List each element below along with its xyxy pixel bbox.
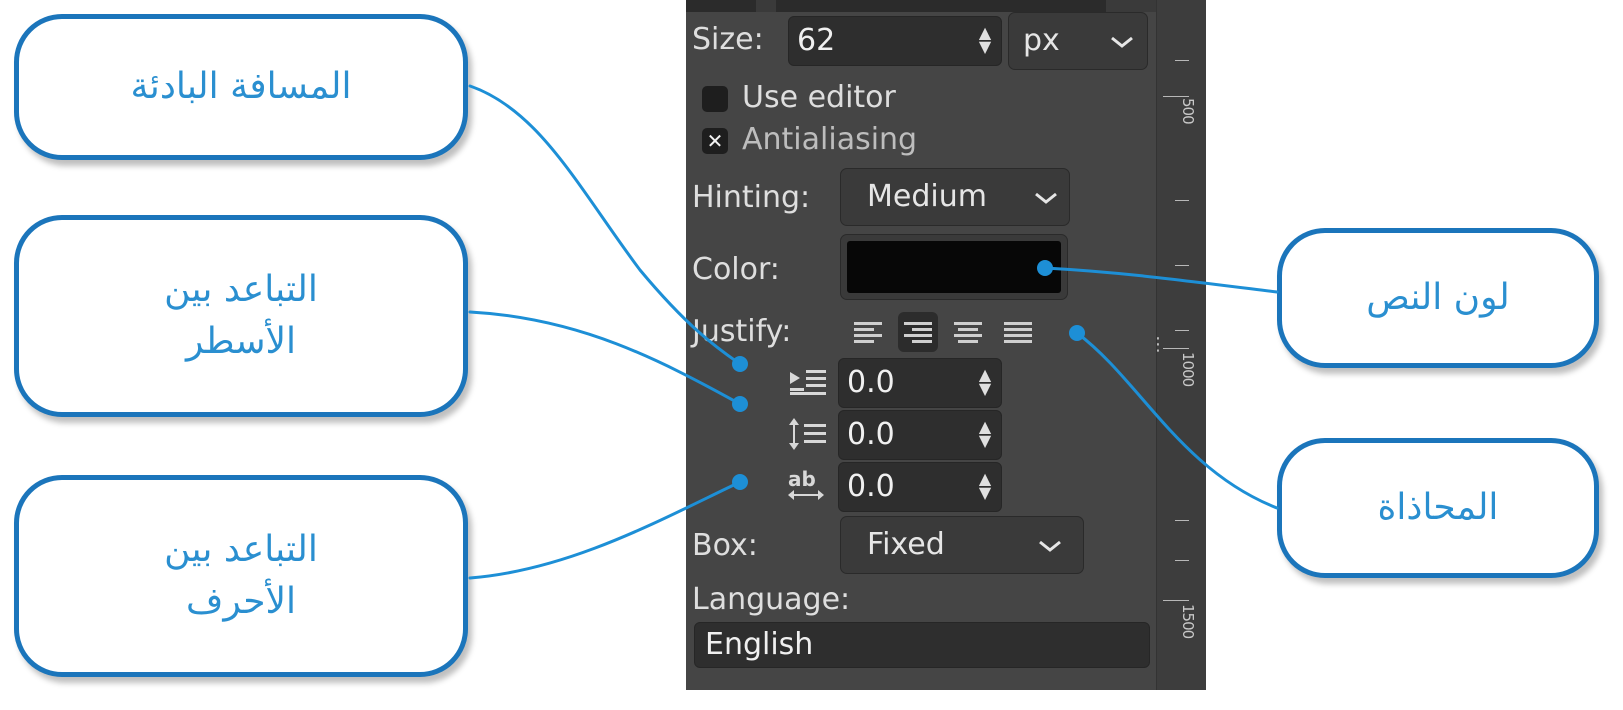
use-editor-label: Use editor: [742, 80, 896, 115]
callout-indent: المسافة البادئة: [14, 14, 468, 160]
ruler-label-500: 500: [1179, 98, 1197, 124]
antialiasing-checkbox[interactable]: ✕: [702, 128, 728, 154]
hinting-select[interactable]: Medium: [840, 168, 1070, 226]
callout-letter-spacing-line1: التباعد بين: [164, 528, 318, 570]
justify-center-button[interactable]: [948, 312, 988, 352]
language-value: English: [705, 627, 814, 662]
unit-value: px: [1023, 23, 1060, 58]
indent-spin-arrows[interactable]: ▲ ▼: [974, 367, 996, 397]
letter-spacing-icon: ab: [788, 467, 824, 500]
justify-left-icon: [854, 322, 882, 343]
ruler-label-1000: 1000: [1179, 352, 1197, 387]
ruler-label-1500: 1500: [1179, 604, 1197, 639]
justify-center-icon: [954, 322, 982, 343]
box-label: Box:: [692, 528, 758, 563]
hinting-label: Hinting:: [692, 180, 811, 215]
callout-text-color: لون النص: [1277, 228, 1599, 368]
svg-text:ab: ab: [788, 467, 816, 491]
language-label: Language:: [692, 582, 851, 617]
vertical-ruler: 500 1000 1500 ⋮: [1149, 0, 1206, 690]
callout-letter-spacing: التباعد بين الأحرف: [14, 475, 468, 677]
size-value: 62: [797, 23, 836, 58]
color-button[interactable]: [840, 234, 1068, 300]
callout-indent-text: المسافة البادئة: [130, 65, 352, 107]
chevron-down-icon: [1111, 36, 1133, 48]
checkbox-check-icon: ✕: [706, 129, 724, 153]
letter-spacing-spin-arrows[interactable]: ▲ ▼: [974, 471, 996, 501]
box-select[interactable]: Fixed: [840, 516, 1084, 574]
unit-select[interactable]: px: [1008, 12, 1148, 70]
box-value: Fixed: [867, 527, 945, 562]
justify-fill-button[interactable]: [998, 312, 1038, 352]
use-editor-checkbox[interactable]: [702, 86, 728, 112]
justify-label: Justify:: [692, 314, 792, 349]
callout-line-spacing-line2: الأسطر: [185, 321, 297, 362]
indent-icon: [790, 370, 826, 395]
hinting-value: Medium: [867, 179, 987, 214]
language-input[interactable]: English: [694, 622, 1150, 668]
justify-left-button[interactable]: [848, 312, 888, 352]
size-label: Size:: [692, 22, 764, 57]
callout-line-spacing: التباعد بين الأسطر: [14, 215, 468, 417]
color-label: Color:: [692, 252, 780, 287]
line-spacing-value: 0.0: [847, 417, 895, 452]
antialiasing-label: Antialiasing: [742, 122, 918, 157]
line-spacing-spin-arrows[interactable]: ▲ ▼: [974, 419, 996, 449]
panel-resize-handle[interactable]: ⋮: [1149, 336, 1167, 354]
chevron-down-icon: [1035, 192, 1057, 204]
callout-text-color-text: لون النص: [1366, 276, 1510, 318]
panel-top-strip: [686, 0, 1206, 12]
chevron-down-icon: [1039, 540, 1061, 552]
letter-spacing-value: 0.0: [847, 469, 895, 504]
justify-right-icon: [904, 322, 932, 343]
indent-value: 0.0: [847, 365, 895, 400]
color-swatch: [847, 241, 1061, 293]
callout-letter-spacing-line2: الأحرف: [186, 581, 296, 622]
text-tool-options-panel: Size: 62 ▲ ▼ px Use editor ✕ Antialiasing…: [686, 0, 1206, 690]
justify-right-button[interactable]: [898, 312, 938, 352]
callout-justify: المحاذاة: [1277, 438, 1599, 578]
size-input[interactable]: 62: [788, 16, 1002, 66]
callout-line-spacing-line1: التباعد بين: [164, 268, 318, 310]
callout-justify-text: المحاذاة: [1377, 486, 1499, 528]
justify-fill-icon: [1004, 322, 1032, 343]
size-spin-arrows[interactable]: ▲ ▼: [974, 25, 996, 55]
line-spacing-icon: [789, 418, 826, 450]
